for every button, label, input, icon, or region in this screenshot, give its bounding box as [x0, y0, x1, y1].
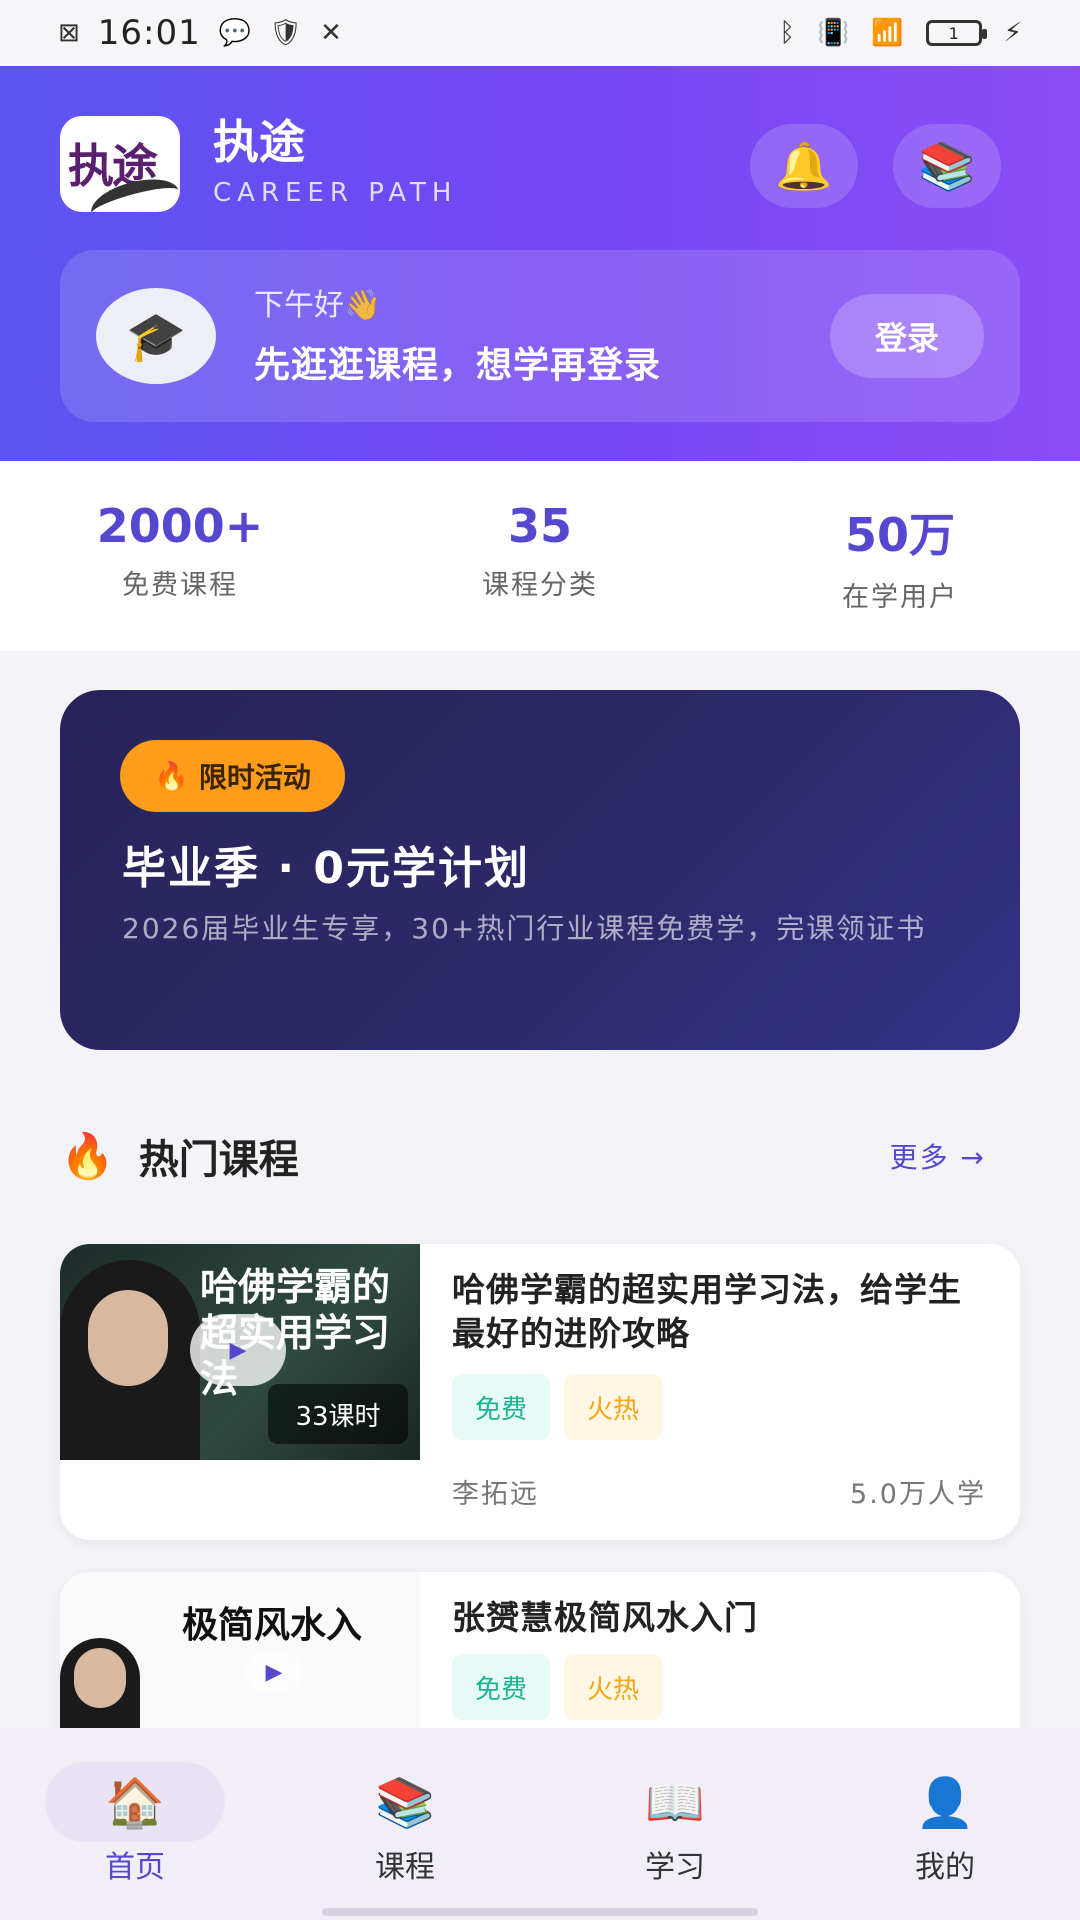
stat-free-courses: 2000+ 免费课程 [0, 461, 360, 651]
fire-icon: 🔥 [154, 759, 189, 793]
stat-value: 50万 [844, 508, 955, 562]
course-tags: 免费 火热 [452, 1654, 662, 1720]
promo-badge-label: 限时活动 [198, 761, 311, 794]
course-title: 张赟慧极简风水入门 [452, 1598, 758, 1637]
instructor-face [88, 1290, 168, 1386]
nav-label: 课程 [375, 1850, 435, 1885]
screenshot-icon: ⊠ [58, 18, 80, 48]
wifi-icon: 📶 [871, 18, 904, 48]
graduation-cap-icon: 🎓 [126, 308, 186, 365]
play-icon: ▶ [265, 1659, 283, 1685]
course-title: 哈佛学霸的超实用学习法，给学生最好的进阶攻略 [452, 1270, 962, 1353]
nav-courses[interactable]: 📚 课程 [270, 1728, 540, 1920]
course-learners: 5.0万人学 [850, 1479, 986, 1510]
open-book-icon: 📖 [645, 1774, 705, 1831]
greeting-text: 下午好👋 [254, 288, 382, 323]
home-indicator[interactable] [322, 1908, 758, 1916]
thumbnail-title: 极简风水入 [182, 1604, 363, 1646]
wechat-icon: 💬 [218, 18, 252, 48]
battery-level: 1 [948, 23, 959, 43]
tag-hot: 火热 [564, 1654, 662, 1720]
promo-title: 毕业季 · 0元学计划 [122, 843, 530, 894]
nav-study[interactable]: 📖 学习 [540, 1728, 810, 1920]
header: 执途 执途 CAREER PATH 🔔 📚 🎓 下午好👋 先逛逛课程，想学再登录… [0, 66, 1080, 461]
home-icon: 🏠 [105, 1774, 165, 1831]
app-logo: 执途 [60, 116, 180, 212]
status-time: 16:01 [97, 13, 201, 53]
tag-free: 免费 [452, 1374, 550, 1440]
instructor-photo [60, 1260, 200, 1460]
nav-profile[interactable]: 👤 我的 [810, 1728, 1080, 1920]
app-name: 执途 [213, 115, 305, 169]
stat-label: 在学用户 [842, 582, 958, 613]
login-button[interactable]: 登录 [830, 294, 984, 378]
promo-badge: 🔥 限时活动 [120, 740, 345, 812]
lesson-count: 33课时 [268, 1384, 408, 1444]
hot-courses-header: 🔥 热门课程 更多 → [60, 1126, 1020, 1186]
battery-icon: 1 [925, 20, 987, 46]
promo-banner[interactable]: 🔥 限时活动 毕业季 · 0元学计划 2026届毕业生专享，30+热门行业课程免… [60, 690, 1020, 1050]
library-button[interactable]: 📚 [893, 124, 1001, 208]
bluetooth-icon: ᛒ [779, 18, 795, 48]
tag-hot: 火热 [564, 1374, 662, 1440]
nav-label: 学习 [645, 1850, 705, 1885]
avatar: 🎓 [96, 288, 216, 384]
greeting-prompt: 先逛逛课程，想学再登录 [254, 345, 662, 386]
stat-label: 免费课程 [122, 570, 238, 601]
section-title: 热门课程 [138, 1137, 299, 1183]
books-icon: 📚 [375, 1774, 435, 1831]
play-icon: ▶ [229, 1337, 247, 1363]
shield-icon: 🛡 [269, 18, 303, 48]
charging-icon: ⚡ [1003, 18, 1022, 48]
course-teacher: 李拓远 [452, 1479, 539, 1510]
stat-label: 课程分类 [482, 570, 598, 601]
nav-home[interactable]: 🏠 首页 [0, 1728, 270, 1920]
greeting-card: 🎓 下午好👋 先逛逛课程，想学再登录 登录 [60, 250, 1020, 422]
stat-value: 35 [507, 499, 572, 553]
nav-label: 我的 [915, 1850, 975, 1885]
instructor-face [74, 1648, 126, 1708]
more-link[interactable]: 更多 → [890, 1136, 986, 1176]
stat-users: 50万 在学用户 [720, 461, 1080, 651]
course-tags: 免费 火热 [452, 1374, 662, 1440]
books-icon: 📚 [918, 138, 976, 193]
status-bar: ⊠ 16:01 💬 🛡 ✕ ᛒ 📳 📶 1 ⚡ [0, 0, 1080, 66]
stat-value: 2000+ [96, 499, 264, 553]
bell-icon: 🔔 [775, 138, 833, 193]
course-thumbnail: 哈佛学霸的超实用学习法 ▶ 33课时 [60, 1244, 420, 1460]
promo-description: 2026届毕业生专享，30+热门行业课程免费学，完课领证书 [122, 912, 927, 945]
nav-active-indicator: 🏠 [45, 1762, 225, 1842]
nav-label: 首页 [105, 1850, 165, 1885]
tag-free: 免费 [452, 1654, 550, 1720]
stats-bar: 2000+ 免费课程 35 课程分类 50万 在学用户 [0, 461, 1080, 651]
course-card[interactable]: 哈佛学霸的超实用学习法 ▶ 33课时 哈佛学霸的超实用学习法，给学生最好的进阶攻… [60, 1244, 1020, 1540]
fire-icon: 🔥 [60, 1131, 115, 1182]
vibrate-icon: 📳 [816, 18, 850, 48]
tools-icon: ✕ [320, 18, 342, 48]
play-button[interactable]: ▶ [246, 1652, 302, 1692]
bottom-nav: 🏠 首页 📚 课程 📖 学习 👤 我的 [0, 1728, 1080, 1920]
user-icon: 👤 [915, 1774, 975, 1831]
notification-button[interactable]: 🔔 [750, 124, 858, 208]
stat-categories: 35 课程分类 [360, 461, 720, 651]
play-button[interactable]: ▶ [190, 1314, 286, 1386]
app-subtitle: CAREER PATH [213, 178, 458, 208]
